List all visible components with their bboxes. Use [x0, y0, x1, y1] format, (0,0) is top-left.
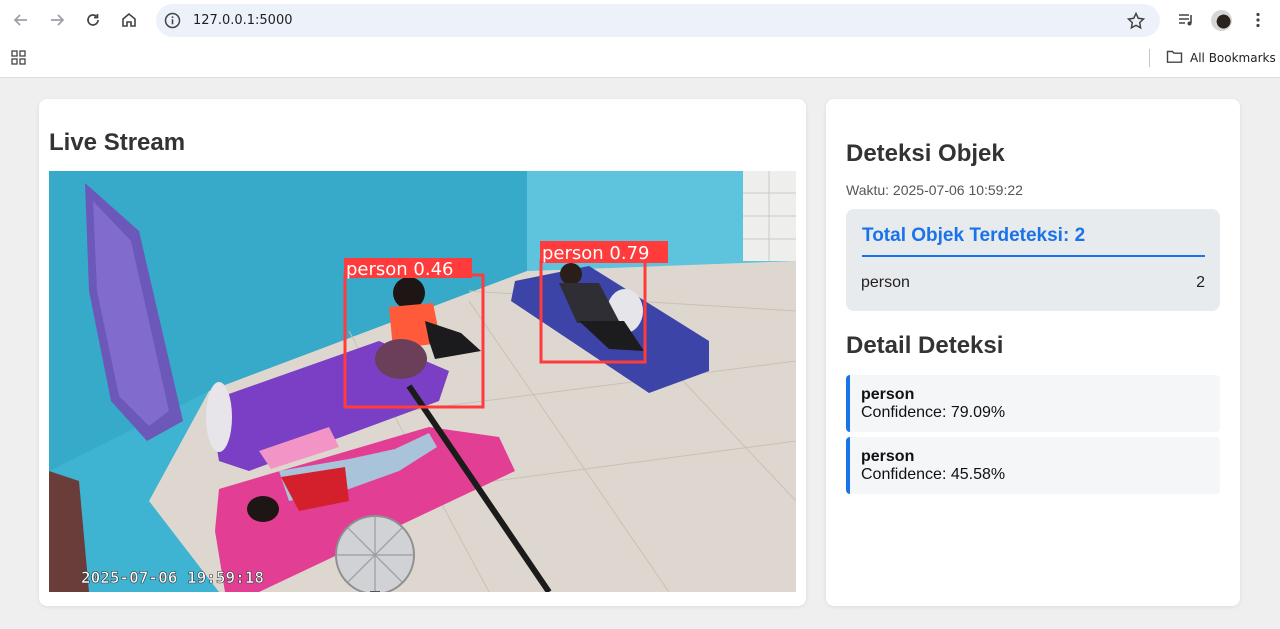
all-bookmarks-label: All Bookmarks: [1190, 51, 1276, 65]
summary-row-label: person: [861, 274, 910, 291]
summary-row-count: 2: [1196, 274, 1205, 291]
detection-item-name: person: [861, 386, 915, 403]
detection-item-confidence: Confidence: 45.58%: [861, 466, 1006, 483]
summary-title: Total Objek Terdeteksi: 2: [862, 225, 1086, 246]
back-arrow-icon[interactable]: [9, 8, 33, 32]
url-text[interactable]: 127.0.0.1:5000: [193, 13, 293, 28]
live-stream-card: Live Stream person 0.46 person 0.79 2025…: [39, 99, 806, 606]
all-bookmarks-button[interactable]: All Bookmarks: [1166, 49, 1276, 67]
live-stream-video[interactable]: person 0.46 person 0.79 2025-07-06 19:59…: [49, 171, 796, 592]
detection-item: person Confidence: 79.09%: [846, 375, 1220, 432]
avatar[interactable]: [1211, 10, 1232, 31]
detection-label: person 0.79: [542, 243, 650, 264]
stream-timestamp: 2025-07-06 19:59:18: [81, 568, 264, 587]
reload-icon[interactable]: [81, 8, 105, 32]
detection-item: person Confidence: 45.58%: [846, 437, 1220, 494]
panel-title: Deteksi Objek: [846, 140, 1005, 167]
summary-divider: [862, 255, 1205, 257]
detail-title: Detail Deteksi: [846, 332, 1004, 359]
media-controls-icon[interactable]: [1174, 8, 1198, 32]
kebab-menu-icon[interactable]: [1246, 8, 1270, 32]
star-icon[interactable]: [1126, 11, 1146, 31]
live-stream-title: Live Stream: [49, 129, 186, 156]
forward-arrow-icon[interactable]: [45, 8, 69, 32]
info-icon[interactable]: [164, 12, 181, 29]
detection-panel: Deteksi Objek Waktu: 2025-07-06 10:59:22…: [826, 99, 1240, 606]
browser-toolbar: 127.0.0.1:5000: [0, 0, 1280, 40]
folder-icon: [1166, 49, 1183, 67]
detection-time: Waktu: 2025-07-06 10:59:22: [846, 182, 1023, 198]
apps-grid-icon[interactable]: [11, 50, 27, 66]
summary-box: Total Objek Terdeteksi: 2 person 2: [846, 209, 1220, 311]
detection-label: person 0.46: [346, 259, 454, 280]
bookmarks-separator: [1149, 49, 1150, 67]
address-bar[interactable]: 127.0.0.1:5000: [156, 4, 1160, 37]
detection-item-name: person: [861, 448, 915, 465]
detection-item-confidence: Confidence: 79.09%: [861, 404, 1006, 421]
bookmarks-bar: All Bookmarks: [0, 40, 1280, 78]
home-icon[interactable]: [117, 8, 141, 32]
